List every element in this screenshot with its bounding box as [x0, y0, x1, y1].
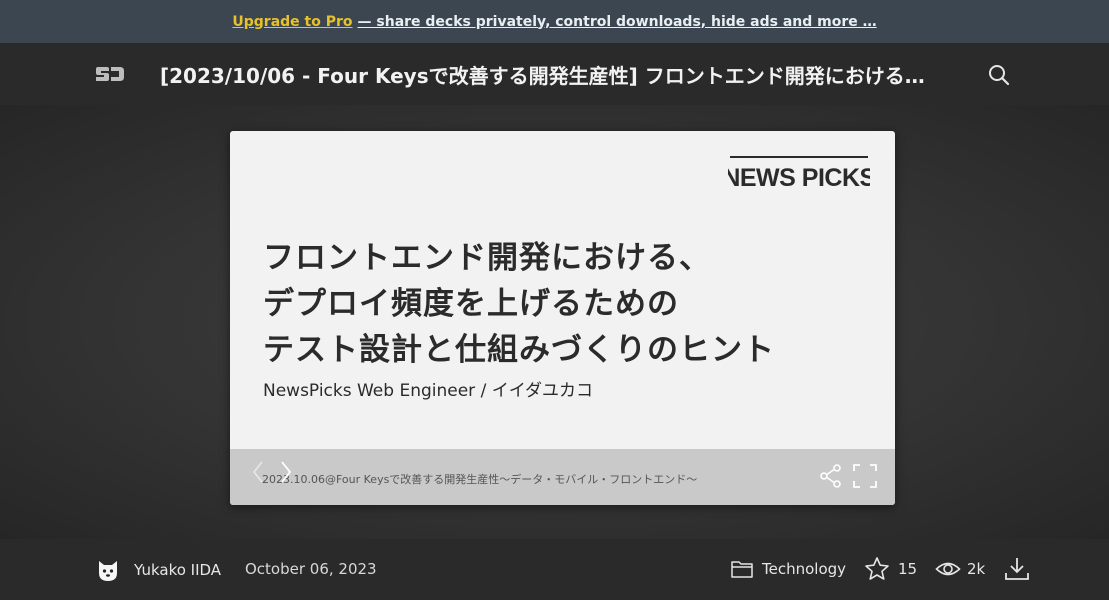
share-button[interactable]	[818, 463, 844, 489]
slide-heading-line: フロントエンド開発における、	[263, 240, 711, 276]
download-icon	[1005, 558, 1029, 580]
header: [2023/10/06 - Four Keysで改善する開発生産性] フロントエ…	[0, 43, 1109, 105]
next-slide-button[interactable]	[278, 459, 294, 485]
star-count: 15	[898, 560, 918, 578]
folder-icon	[731, 561, 753, 578]
view-count: 2k	[935, 556, 985, 582]
category-label: Technology	[762, 560, 847, 578]
star-icon	[865, 557, 889, 580]
author-link[interactable]: Yukako IIDA	[95, 557, 221, 583]
search-icon	[989, 65, 1010, 86]
avatar	[99, 561, 117, 581]
fullscreen-icon	[853, 464, 877, 488]
upgrade-banner: Upgrade to Pro — share decks privately, …	[0, 0, 1109, 43]
slide-heading: フロントエンド開発における、 デプロイ頻度を上げるための テスト設計と仕組みづく…	[263, 235, 883, 373]
share-icon	[820, 464, 841, 488]
newspicks-logo: NEWS PICKS	[722, 155, 876, 192]
slide-subtitle: NewsPicks Web Engineer / イイダユカコ	[263, 381, 594, 401]
chevron-right-icon	[281, 461, 292, 483]
download-button[interactable]	[1003, 555, 1031, 583]
slide-viewer[interactable]: NEWS PICKS フロントエンド開発における、 デプロイ頻度を上げるための …	[230, 131, 895, 505]
svg-text:NEWS PICKS: NEWS PICKS	[728, 164, 870, 191]
view-count-label: 2k	[967, 560, 986, 578]
slide-controls: 2023.10.06@Four Keysで改善する開発生産性〜データ・モバイル・…	[230, 449, 895, 505]
eye-icon	[935, 562, 961, 576]
slide-event-caption: 2023.10.06@Four Keysで改善する開発生産性〜データ・モバイル・…	[262, 473, 698, 486]
upgrade-benefits-link[interactable]: — share decks privately, control downloa…	[358, 14, 877, 30]
search-button[interactable]	[986, 62, 1012, 88]
deck-info-bar: Yukako IIDA October 06, 2023 Technology …	[0, 539, 1109, 600]
speakerdeck-logo[interactable]	[93, 63, 127, 85]
page-title: [2023/10/06 - Four Keysで改善する開発生産性] フロントエ…	[160, 64, 940, 88]
upgrade-to-pro-link[interactable]: Upgrade to Pro	[232, 14, 352, 30]
fullscreen-button[interactable]	[852, 463, 878, 489]
star-button[interactable]: 15	[864, 556, 917, 582]
chevron-left-icon	[252, 461, 263, 483]
previous-slide-button[interactable]	[250, 459, 266, 485]
category-link[interactable]: Technology	[730, 557, 846, 581]
logo-icon	[96, 67, 124, 81]
publish-date: October 06, 2023	[245, 560, 377, 578]
slide-heading-line: デプロイ頻度を上げるための	[263, 286, 679, 322]
author-name: Yukako IIDA	[134, 561, 222, 579]
slide-heading-line: テスト設計と仕組みづくりのヒント	[263, 332, 775, 368]
slide-stage: NEWS PICKS フロントエンド開発における、 デプロイ頻度を上げるための …	[0, 105, 1109, 539]
